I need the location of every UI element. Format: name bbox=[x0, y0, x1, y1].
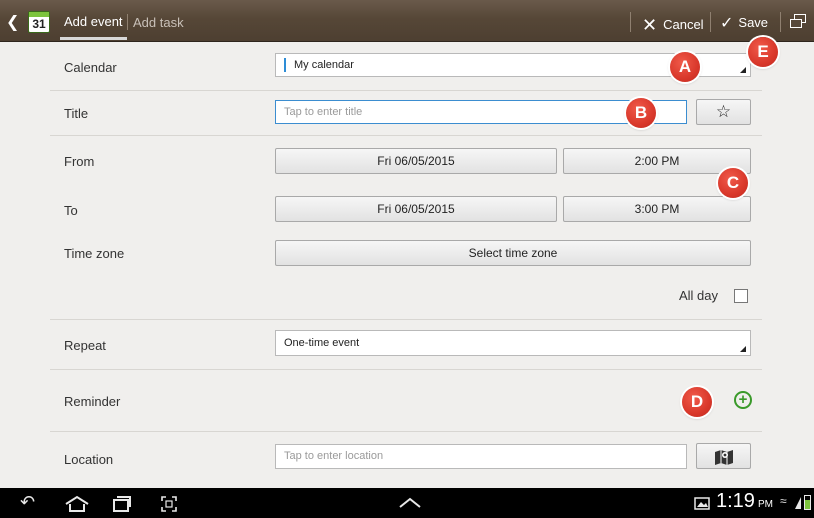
marker-c: C bbox=[718, 168, 748, 198]
calendar-value: My calendar bbox=[294, 59, 354, 71]
status-clock: 1:19 PM bbox=[716, 490, 773, 513]
allday-checkbox[interactable] bbox=[734, 289, 748, 303]
to-time-button[interactable]: 3:00 PM bbox=[563, 196, 751, 222]
marker-e: E bbox=[748, 37, 778, 67]
battery-icon bbox=[804, 495, 811, 510]
reminder-label: Reminder bbox=[64, 394, 121, 409]
close-icon: ✕ bbox=[642, 15, 658, 35]
calendar-app-icon[interactable]: 31 bbox=[28, 11, 50, 33]
calendar-label: Calendar bbox=[64, 60, 117, 75]
marker-a: A bbox=[670, 52, 700, 82]
divider bbox=[710, 12, 711, 32]
allday-row: All day bbox=[50, 272, 762, 320]
timezone-row: Time zone Select time zone bbox=[50, 232, 762, 272]
clock-time: 1:19 bbox=[716, 490, 755, 512]
chevron-left-icon[interactable]: ❮ bbox=[6, 12, 19, 32]
divider bbox=[630, 12, 631, 32]
from-date-button[interactable]: Fri 06/05/2015 bbox=[275, 148, 557, 174]
tab-divider bbox=[127, 14, 128, 30]
location-row: Location Tap to enter location bbox=[50, 432, 762, 487]
favorite-button[interactable]: ☆ bbox=[696, 99, 751, 125]
map-button[interactable] bbox=[696, 443, 751, 469]
to-label: To bbox=[64, 203, 78, 218]
location-placeholder: Tap to enter location bbox=[284, 450, 384, 462]
reminder-row: Reminder + bbox=[50, 370, 762, 432]
divider bbox=[780, 12, 781, 32]
signal-icon bbox=[795, 497, 801, 509]
repeat-row: Repeat One-time event bbox=[50, 320, 762, 370]
location-label: Location bbox=[64, 452, 114, 467]
gallery-icon bbox=[694, 497, 710, 510]
tab-add-task[interactable]: Add task bbox=[133, 0, 184, 42]
plus-circle-icon[interactable]: + bbox=[734, 391, 752, 409]
to-row: To Fri 06/05/2015 3:00 PM bbox=[50, 186, 762, 232]
select-timezone-button[interactable]: Select time zone bbox=[275, 240, 751, 266]
star-icon: ☆ bbox=[715, 102, 732, 121]
up-arrow-icon[interactable] bbox=[398, 497, 422, 509]
cancel-button[interactable]: ✕ Cancel bbox=[642, 0, 704, 42]
wifi-icon: ≈ bbox=[780, 494, 787, 508]
from-row: From Fri 06/05/2015 2:00 PM bbox=[50, 136, 762, 186]
dropdown-corner-icon bbox=[740, 67, 746, 73]
cancel-label: Cancel bbox=[663, 17, 704, 32]
multi-window-icon[interactable] bbox=[790, 14, 806, 28]
back-icon[interactable]: ↶ bbox=[20, 492, 35, 513]
calendar-row: Calendar My calendar bbox=[50, 43, 762, 91]
calendar-icon-day: 31 bbox=[32, 17, 46, 31]
screenshot-icon[interactable] bbox=[160, 495, 178, 513]
map-icon bbox=[714, 449, 733, 465]
clock-ampm: PM bbox=[757, 499, 773, 510]
home-icon[interactable] bbox=[64, 495, 90, 513]
marker-b: B bbox=[626, 98, 656, 128]
allday-label: All day bbox=[679, 288, 719, 303]
from-label: From bbox=[64, 154, 95, 169]
dropdown-corner-icon bbox=[740, 346, 746, 352]
tab-add-event[interactable]: Add event bbox=[60, 0, 127, 40]
repeat-select[interactable]: One-time event bbox=[275, 330, 751, 356]
timezone-label: Time zone bbox=[64, 246, 125, 261]
recent-apps-icon[interactable] bbox=[112, 495, 132, 513]
from-time-button[interactable]: 2:00 PM bbox=[563, 148, 751, 174]
event-form: Calendar My calendar Title Tap to enter … bbox=[0, 43, 814, 487]
action-bar: ❮ 31 Add event Add task ✕ Cancel ✓ Save bbox=[0, 0, 814, 42]
system-nav-bar: ↶ 1:19 PM ≈ bbox=[0, 488, 814, 518]
save-button[interactable]: ✓ Save bbox=[720, 0, 768, 42]
marker-d: D bbox=[682, 387, 712, 417]
to-date-button[interactable]: Fri 06/05/2015 bbox=[275, 196, 557, 222]
save-label: Save bbox=[738, 15, 769, 30]
location-input[interactable]: Tap to enter location bbox=[275, 444, 687, 469]
repeat-label: Repeat bbox=[64, 338, 106, 353]
repeat-value: One-time event bbox=[284, 337, 360, 349]
title-label: Title bbox=[64, 106, 89, 121]
title-placeholder: Tap to enter title bbox=[284, 106, 363, 118]
calendar-color-bar bbox=[284, 58, 286, 73]
checkmark-icon: ✓ bbox=[720, 15, 734, 32]
